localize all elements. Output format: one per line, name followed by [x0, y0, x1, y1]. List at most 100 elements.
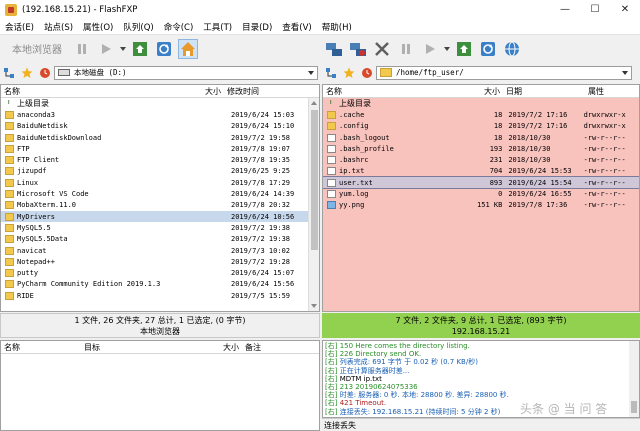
table-row[interactable]: .bash_logout 18 2018/10/30 -rw-r--r-- [323, 132, 639, 143]
menu-queue[interactable]: 队列(Q) [118, 21, 158, 33]
table-row[interactable]: FTP Client 2019/7/8 19:35 [1, 154, 319, 165]
remote-path-combobox[interactable]: /home/ftp_user/ [376, 65, 632, 80]
file-name: BaiduNetdiskDownload [17, 133, 102, 142]
log-text: 列表完成: 691 字节 于 0.02 秒 (0.7 KB/秒) [339, 358, 478, 367]
pause-button[interactable] [72, 39, 92, 59]
chevron-down-icon[interactable] [308, 70, 314, 75]
table-row[interactable]: BaiduNetdisk 2019/6/24 15:10 [1, 121, 319, 132]
col-name[interactable]: 名称 [1, 86, 191, 97]
file-size: 18 [493, 122, 503, 131]
table-row[interactable]: MySQL5.5Data 2019/7/2 19:38 [1, 234, 319, 245]
transfer-button[interactable] [130, 39, 150, 59]
queue-col-size[interactable]: 大小 [216, 342, 242, 353]
table-row[interactable]: PyCharm Community Edition 2019.1.3 2019/6… [1, 279, 319, 290]
remote-status-bar: 7 文件, 2 文件夹, 9 总计, 1 已选定, (893 字节) 192.1… [322, 313, 640, 338]
table-row[interactable]: BaiduNetdiskDownload 2019/7/2 19:58 [1, 132, 319, 143]
parent-directory-row[interactable]: 上级目录 [323, 98, 639, 109]
queue-col-target[interactable]: 目标 [81, 342, 216, 353]
folder-icon [5, 201, 14, 210]
menu-commands[interactable]: 命令(C) [159, 21, 199, 33]
table-row[interactable]: yum.log 0 2019/6/24 16:55 -rw-r--r-- [323, 188, 639, 199]
scroll-down-arrow-icon[interactable] [311, 304, 317, 308]
table-row[interactable]: ip.txt 704 2019/6/24 15:53 -rw-r--r-- [323, 166, 639, 177]
remote-tree-icon[interactable] [324, 66, 338, 80]
local-tree-icon[interactable] [2, 66, 16, 80]
browser-button[interactable] [502, 39, 522, 59]
queue-column-header: 名称 目标 大小 备注 [1, 341, 319, 354]
local-browser-label: 本地浏览器 [12, 45, 62, 56]
maximize-button[interactable]: ☐ [580, 0, 610, 19]
refresh-button[interactable] [154, 39, 174, 59]
remote-history-icon[interactable] [360, 66, 374, 80]
play-dropdown-caret[interactable] [120, 46, 126, 51]
menu-directory[interactable]: 目录(D) [237, 21, 277, 33]
menu-options[interactable]: 属性(O) [78, 21, 118, 33]
remote-path-bar: /home/ftp_user/ [322, 64, 640, 81]
table-row[interactable]: .bashrc 231 2018/10/30 -rw-r--r-- [323, 154, 639, 165]
table-row[interactable]: RIDE 2019/7/5 15:59 [1, 290, 319, 301]
col-modified[interactable]: 修改时间 [224, 86, 309, 97]
table-row[interactable]: yy.png 151 KB 2019/7/8 17:36 -rw-r--r-- [323, 200, 639, 211]
home-button[interactable] [178, 38, 198, 59]
transfer-icon [457, 41, 471, 56]
parent-directory-row[interactable]: 上级目录 [1, 98, 319, 109]
table-row[interactable]: MyDrivers 2019/6/24 10:56 [1, 210, 319, 223]
table-row[interactable]: jizupdf 2019/6/25 9:25 [1, 166, 319, 177]
file-modified: 2019/7/2 19:38 [231, 223, 291, 232]
table-row[interactable]: Notepad++ 2019/7/2 19:28 [1, 256, 319, 267]
connect-button[interactable] [324, 39, 344, 59]
table-row[interactable]: .config 18 2019/7/2 17:16 drwxrwxr-x [323, 121, 639, 132]
table-row[interactable]: putty 2019/6/24 15:07 [1, 267, 319, 278]
menu-tools[interactable]: 工具(T) [198, 21, 237, 33]
col-size[interactable]: 大小 [473, 86, 503, 97]
log-scroll-thumb[interactable] [631, 401, 637, 413]
remote-pause-button[interactable] [396, 39, 416, 59]
remote-refresh-button[interactable] [478, 39, 498, 59]
abort-button[interactable] [372, 39, 392, 59]
file-size: 893 [489, 178, 503, 187]
table-row[interactable]: FTP 2019/7/8 19:07 [1, 143, 319, 154]
file-name: Microsoft VS Code [17, 190, 89, 199]
log-text: 421 Timeout. [339, 399, 387, 408]
table-row[interactable]: user.txt 893 2019/6/24 15:54 -rw-r--r-- [323, 176, 639, 190]
col-attributes[interactable]: 属性 [585, 86, 635, 97]
minimize-button[interactable]: — [550, 0, 580, 19]
file-name: jizupdf [17, 167, 47, 176]
log-tag: [右] [325, 399, 338, 408]
play-button[interactable] [96, 39, 116, 59]
file-size: 231 [489, 156, 503, 165]
table-row[interactable]: Linux 2019/7/8 17:29 [1, 177, 319, 188]
scroll-thumb[interactable] [311, 110, 318, 250]
table-row[interactable]: navicat 2019/7/3 10:02 [1, 245, 319, 256]
local-history-icon[interactable] [38, 66, 52, 80]
table-row[interactable]: MySQL5.5 2019/7/2 19:38 [1, 222, 319, 233]
remote-play-dropdown-caret[interactable] [444, 46, 450, 51]
disconnect-button[interactable] [348, 39, 368, 59]
local-path-combobox[interactable]: 本地磁盘 (D:) [54, 65, 318, 80]
table-row[interactable]: anaconda3 2019/6/24 15:03 [1, 109, 319, 120]
log-text: 213 20190624075336 [339, 382, 418, 391]
favorites-star-icon[interactable] [342, 66, 356, 80]
scroll-up-arrow-icon[interactable] [311, 101, 317, 105]
table-row[interactable]: MobaXterm.11.0 2019/7/8 20:32 [1, 200, 319, 211]
local-scrollbar[interactable] [308, 98, 319, 311]
log-scrollbar[interactable] [629, 341, 639, 417]
remote-play-button[interactable] [420, 39, 440, 59]
close-button[interactable]: ✕ [610, 0, 640, 19]
col-name[interactable]: 名称 [323, 86, 473, 97]
file-modified: 2019/6/24 15:07 [231, 269, 295, 278]
menu-help[interactable]: 帮助(H) [317, 21, 357, 33]
col-size[interactable]: 大小 [191, 86, 224, 97]
menu-view[interactable]: 查看(V) [277, 21, 316, 33]
remote-transfer-button[interactable] [454, 39, 474, 59]
queue-col-note[interactable]: 备注 [242, 342, 302, 353]
table-row[interactable]: .bash_profile 193 2018/10/30 -rw-r--r-- [323, 143, 639, 154]
table-row[interactable]: Microsoft VS Code 2019/6/24 14:39 [1, 188, 319, 199]
menu-sites[interactable]: 站点(S) [39, 21, 78, 33]
favorites-star-icon[interactable] [20, 66, 34, 80]
menu-session[interactable]: 会话(E) [0, 21, 39, 33]
col-date[interactable]: 日期 [503, 86, 585, 97]
chevron-down-icon[interactable] [622, 70, 628, 75]
table-row[interactable]: .cache 18 2019/7/2 17:16 drwxrwxr-x [323, 109, 639, 120]
queue-col-name[interactable]: 名称 [1, 342, 81, 353]
